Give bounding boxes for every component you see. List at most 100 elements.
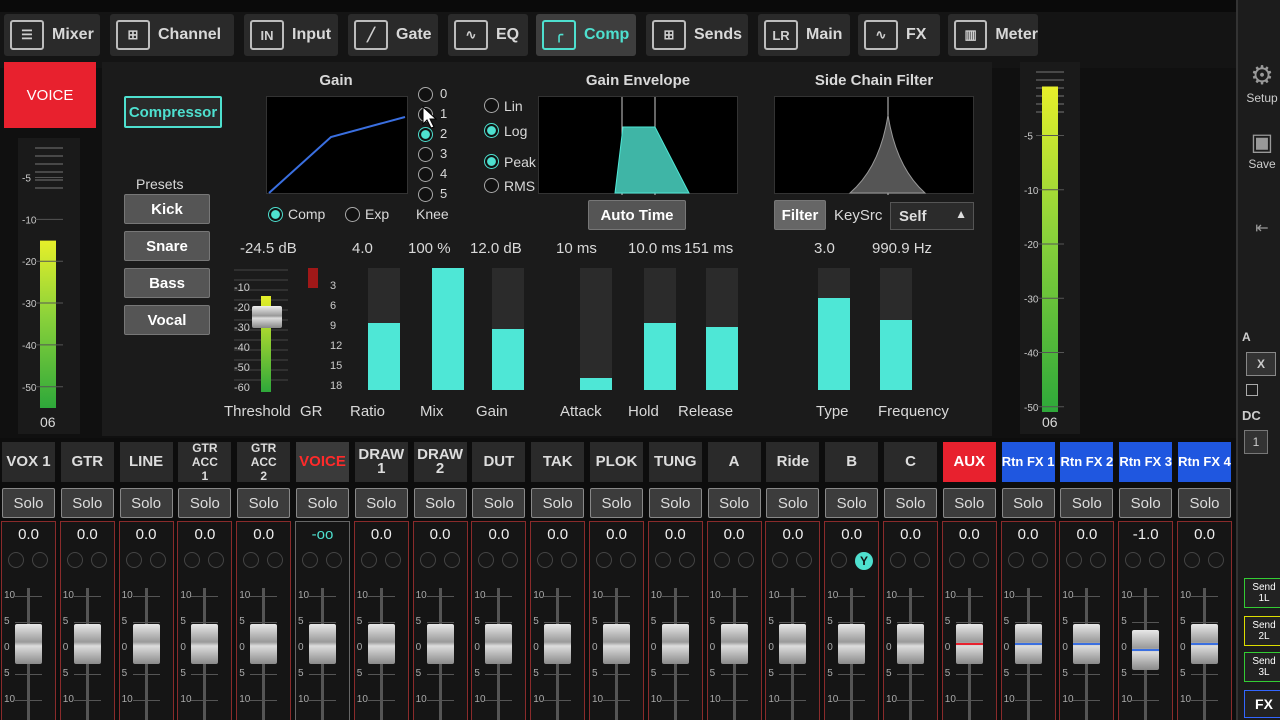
- solo-button-rtn-fx-3[interactable]: Solo: [1119, 488, 1173, 518]
- knee-4-radio[interactable]: [418, 167, 433, 182]
- channel-name-b[interactable]: B: [825, 442, 879, 482]
- release-value: 151 ms: [684, 240, 734, 257]
- fader-color-line: [955, 643, 983, 645]
- fader-value-ride: 0.0: [782, 526, 804, 543]
- channel-name-dut[interactable]: DUT: [472, 442, 526, 482]
- solo-button-gtr[interactable]: Solo: [60, 488, 114, 518]
- gr-scale-label: 3: [330, 280, 337, 292]
- auto-time-button[interactable]: Auto Time: [588, 200, 686, 230]
- side-x-button[interactable]: X: [1246, 352, 1276, 376]
- send-3l-button[interactable]: Send 3L: [1244, 652, 1280, 682]
- comp-mode-radio[interactable]: [268, 207, 283, 222]
- channel-name-gtr-acc-1[interactable]: GTR ACC 1: [178, 441, 232, 483]
- knee-5-radio[interactable]: [418, 187, 433, 202]
- solo-button-rtn-fx-2[interactable]: Solo: [1060, 488, 1114, 518]
- solo-button-voice[interactable]: Solo: [296, 488, 349, 518]
- channel-strip-plok: PLOK Solo 0.0 10 5 0 5 10: [588, 438, 645, 720]
- solo-button-gtr-acc-2[interactable]: Solo: [237, 488, 291, 518]
- channel-name-rtn-fx-2[interactable]: Rtn FX 2: [1060, 442, 1114, 482]
- fader-scale-label: 0: [533, 642, 539, 653]
- knee-3-radio[interactable]: [418, 147, 433, 162]
- dca-1-button[interactable]: 1: [1244, 430, 1268, 454]
- tab-input[interactable]: IN Input: [244, 14, 338, 56]
- channel-strip-voice: VOICE Solo -oo 10 5 0 5 10: [294, 438, 351, 720]
- compressor-toggle-button[interactable]: Compressor: [124, 96, 222, 128]
- solo-button-tak[interactable]: Solo: [531, 488, 585, 518]
- channel-name-gtr-acc-2[interactable]: GTR ACC 2: [237, 441, 291, 483]
- channel-name-draw-1[interactable]: DRAW 1: [354, 442, 408, 482]
- exp-mode-radio[interactable]: [345, 207, 360, 222]
- keysrc-select[interactable]: Self ▲: [890, 202, 974, 230]
- channel-strips: VOX 1 Solo 0.0 10 5 0 5 10 GTR Solo 0.0 10 5 0 5 10 LINE…: [0, 438, 1236, 720]
- fx-side-button[interactable]: FX: [1244, 690, 1280, 718]
- attack-fader-fill: [580, 378, 612, 390]
- channel-name-line[interactable]: LINE: [119, 442, 173, 482]
- attack-fader-track[interactable]: [580, 268, 612, 390]
- fader-scale-label: 0: [121, 642, 128, 653]
- fader-scale-label: 10: [533, 694, 545, 705]
- fader-color-line: [74, 643, 101, 645]
- channel-name-tak[interactable]: TAK: [531, 442, 585, 482]
- channel-name-gtr[interactable]: GTR: [60, 442, 114, 482]
- threshold-fader-handle[interactable]: [252, 306, 282, 328]
- channel-name-aux[interactable]: AUX: [942, 442, 996, 482]
- solo-button-aux[interactable]: Solo: [942, 488, 996, 518]
- solo-button-rtn-fx-4[interactable]: Solo: [1178, 488, 1231, 518]
- knee-0-radio[interactable]: [418, 87, 433, 102]
- fader-tick: [603, 700, 630, 701]
- solo-button-ride[interactable]: Solo: [766, 488, 820, 518]
- tab-eq[interactable]: ∿ EQ: [448, 14, 528, 56]
- tab-sends[interactable]: ⊞ Sends: [646, 14, 748, 56]
- fader-tick: [15, 700, 42, 701]
- channel-name-c[interactable]: C: [884, 442, 937, 482]
- solo-button-draw-1[interactable]: Solo: [354, 488, 408, 518]
- channel-name-a[interactable]: A: [707, 442, 761, 482]
- solo-button-b[interactable]: Solo: [825, 488, 879, 518]
- peak-radio[interactable]: [484, 154, 499, 169]
- solo-button-plok[interactable]: Solo: [590, 488, 643, 518]
- tab-gate[interactable]: ╱ Gate: [348, 14, 438, 56]
- channel-name-vox-1[interactable]: VOX 1: [2, 442, 55, 482]
- tab-channel[interactable]: ⊞ Channel: [110, 14, 234, 56]
- rms-radio[interactable]: [484, 178, 499, 193]
- tab-main[interactable]: LR Main: [758, 14, 850, 56]
- channel-name-rtn-fx-1[interactable]: Rtn FX 1: [1001, 442, 1055, 482]
- setup-button[interactable]: ⚙ Setup: [1242, 60, 1280, 105]
- channel-name-plok[interactable]: PLOK: [590, 442, 643, 482]
- tab-mixer[interactable]: ☰ Mixer: [4, 14, 100, 56]
- channel-name-rtn-fx-3[interactable]: Rtn FX 3: [1119, 442, 1173, 482]
- tab-fx[interactable]: ∿ FX: [858, 14, 940, 56]
- solo-button-draw-2[interactable]: Solo: [413, 488, 467, 518]
- solo-button-line[interactable]: Solo: [119, 488, 173, 518]
- send-1l-button[interactable]: Send 1L: [1244, 578, 1280, 608]
- channel-indicator: [149, 552, 166, 568]
- channel-name-voice[interactable]: VOICE: [296, 442, 349, 482]
- tab-meter[interactable]: ▥ Meter: [948, 14, 1038, 56]
- solo-button-dut[interactable]: Solo: [472, 488, 526, 518]
- lin-radio[interactable]: [484, 98, 499, 113]
- tab-comp[interactable]: ╭ Comp: [536, 14, 636, 56]
- gr-scale-label: 18: [330, 380, 343, 392]
- solo-button-a[interactable]: Solo: [707, 488, 761, 518]
- preset-kick-button[interactable]: Kick: [124, 194, 210, 224]
- channel-name-button[interactable]: VOICE: [4, 62, 96, 128]
- back-arrow-icon[interactable]: ⇤: [1242, 218, 1280, 238]
- channel-name-tung[interactable]: TUNG: [648, 442, 702, 482]
- preset-vocal-button[interactable]: Vocal: [124, 305, 210, 335]
- save-icon: ▣: [1250, 129, 1274, 156]
- channel-name-rtn-fx-4[interactable]: Rtn FX 4: [1178, 442, 1231, 482]
- channel-name-draw-2[interactable]: DRAW 2: [413, 442, 467, 482]
- solo-button-tung[interactable]: Solo: [648, 488, 702, 518]
- solo-button-vox-1[interactable]: Solo: [2, 488, 55, 518]
- solo-button-c[interactable]: Solo: [884, 488, 937, 518]
- solo-button-gtr-acc-1[interactable]: Solo: [178, 488, 232, 518]
- save-button[interactable]: ▣ Save: [1242, 128, 1280, 171]
- preset-snare-button[interactable]: Snare: [124, 231, 210, 261]
- channel-name-ride[interactable]: Ride: [766, 442, 820, 482]
- side-checkbox[interactable]: [1246, 384, 1258, 396]
- preset-bass-button[interactable]: Bass: [124, 268, 210, 298]
- send-2l-button[interactable]: Send 2L: [1244, 616, 1280, 646]
- solo-button-rtn-fx-1[interactable]: Solo: [1001, 488, 1055, 518]
- filter-button[interactable]: Filter: [774, 200, 826, 230]
- log-radio[interactable]: [484, 123, 499, 138]
